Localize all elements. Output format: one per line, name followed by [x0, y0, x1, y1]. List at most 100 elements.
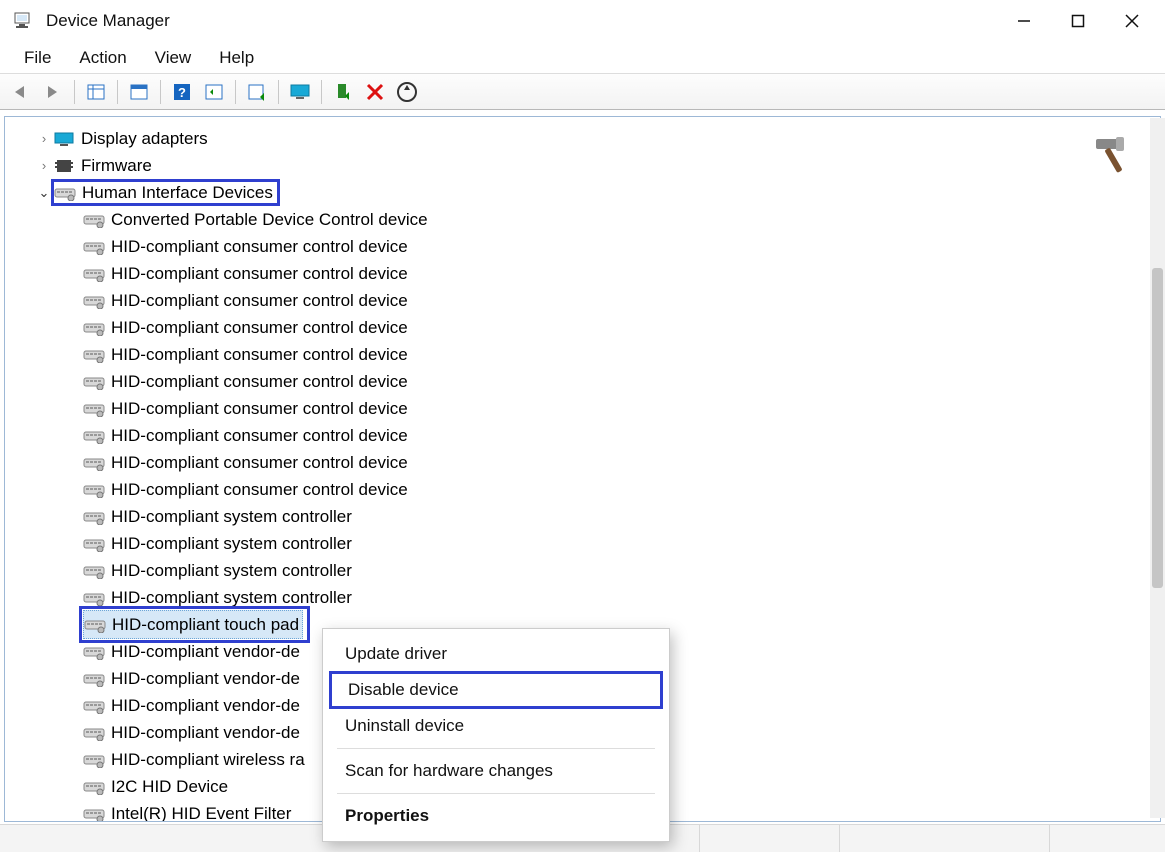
title-bar: Device Manager: [0, 0, 1165, 42]
chevron-right-icon[interactable]: ›: [35, 152, 53, 179]
device-item[interactable]: HID-compliant consumer control device: [35, 368, 1160, 395]
firmware-icon: [53, 157, 75, 175]
category-firmware[interactable]: › Firmware: [35, 152, 1160, 179]
context-disable-device[interactable]: Disable device: [329, 671, 663, 709]
category-label: Display adapters: [81, 125, 208, 152]
menu-file[interactable]: File: [10, 44, 65, 72]
hid-device-icon: [83, 751, 105, 769]
device-label: HID-compliant vendor-de: [111, 692, 300, 719]
device-label: HID-compliant system controller: [111, 530, 352, 557]
vertical-scrollbar[interactable]: [1150, 118, 1165, 818]
context-properties[interactable]: Properties: [323, 799, 669, 833]
device-label: Converted Portable Device Control device: [111, 206, 428, 233]
context-separator: [337, 793, 655, 794]
category-label: Human Interface Devices: [82, 179, 273, 206]
maximize-button[interactable]: [1051, 1, 1105, 41]
device-label: HID-compliant vendor-de: [111, 638, 300, 665]
close-button[interactable]: [1105, 1, 1159, 41]
forward-arrow-icon[interactable]: [38, 78, 68, 106]
help-icon[interactable]: ?: [167, 78, 197, 106]
device-item[interactable]: HID-compliant system controller: [35, 530, 1160, 557]
device-label: HID-compliant consumer control device: [111, 368, 408, 395]
hid-device-icon: [83, 724, 105, 742]
context-separator: [337, 748, 655, 749]
device-label: HID-compliant wireless ra: [111, 746, 305, 773]
hid-device-icon: [83, 400, 105, 418]
device-item[interactable]: HID-compliant system controller: [35, 557, 1160, 584]
back-arrow-icon[interactable]: [6, 78, 36, 106]
hid-device-icon: [83, 481, 105, 499]
scrollbar-thumb[interactable]: [1152, 268, 1163, 588]
disable-x-icon[interactable]: [360, 78, 390, 106]
context-menu: Update driver Disable device Uninstall d…: [322, 628, 670, 842]
device-item[interactable]: HID-compliant consumer control device: [35, 341, 1160, 368]
category-display-adapters[interactable]: › Display adapters: [35, 125, 1160, 152]
device-item[interactable]: HID-compliant consumer control device: [35, 476, 1160, 503]
refresh-icon[interactable]: [199, 78, 229, 106]
device-item[interactable]: HID-compliant consumer control device: [35, 260, 1160, 287]
device-item[interactable]: HID-compliant consumer control device: [35, 395, 1160, 422]
hid-device-icon: [83, 319, 105, 337]
hid-device-icon: [83, 697, 105, 715]
device-item[interactable]: HID-compliant consumer control device: [35, 233, 1160, 260]
context-update-driver[interactable]: Update driver: [323, 637, 669, 671]
device-label: HID-compliant consumer control device: [111, 476, 408, 503]
hid-device-icon: [83, 805, 105, 823]
device-label: Intel(R) HID Event Filter: [111, 800, 291, 822]
device-item[interactable]: HID-compliant consumer control device: [35, 449, 1160, 476]
device-item[interactable]: HID-compliant system controller: [35, 503, 1160, 530]
device-label: HID-compliant vendor-de: [111, 665, 300, 692]
hid-device-icon: [83, 535, 105, 553]
chevron-right-icon[interactable]: ›: [35, 125, 53, 152]
device-label: HID-compliant consumer control device: [111, 260, 408, 287]
device-label: HID-compliant consumer control device: [111, 341, 408, 368]
hid-device-icon: [83, 427, 105, 445]
update-driver-icon[interactable]: [242, 78, 272, 106]
device-label: I2C HID Device: [111, 773, 228, 800]
hid-device-icon: [83, 643, 105, 661]
device-label: HID-compliant consumer control device: [111, 422, 408, 449]
show-grid-icon[interactable]: [81, 78, 111, 106]
device-label: HID-compliant consumer control device: [111, 287, 408, 314]
category-hid[interactable]: ⌄ Human Interface Devices: [35, 179, 1160, 206]
device-item[interactable]: Converted Portable Device Control device: [35, 206, 1160, 233]
monitor-icon[interactable]: [285, 78, 315, 106]
hid-icon: [54, 184, 76, 202]
hid-device-icon: [83, 346, 105, 364]
hid-device-icon: [83, 211, 105, 229]
device-item[interactable]: HID-compliant consumer control device: [35, 422, 1160, 449]
menu-view[interactable]: View: [141, 44, 206, 72]
device-label: HID-compliant vendor-de: [111, 719, 300, 746]
device-label: HID-compliant consumer control device: [111, 449, 408, 476]
toolbar: ?: [0, 74, 1165, 110]
enable-device-icon[interactable]: [328, 78, 358, 106]
device-label: HID-compliant system controller: [111, 503, 352, 530]
hid-device-icon: [83, 238, 105, 256]
context-scan-hardware[interactable]: Scan for hardware changes: [323, 754, 669, 788]
hid-device-icon: [83, 589, 105, 607]
category-label: Firmware: [81, 152, 152, 179]
menu-action[interactable]: Action: [65, 44, 140, 72]
display-adapter-icon: [53, 130, 75, 148]
scan-hardware-icon[interactable]: [392, 78, 422, 106]
hid-device-icon: [83, 670, 105, 688]
app-icon: [10, 9, 34, 33]
properties-pane-icon[interactable]: [124, 78, 154, 106]
context-uninstall-device[interactable]: Uninstall device: [323, 709, 669, 743]
device-label: HID-compliant consumer control device: [111, 233, 408, 260]
minimize-button[interactable]: [997, 1, 1051, 41]
svg-text:?: ?: [178, 85, 186, 100]
device-item[interactable]: HID-compliant consumer control device: [35, 287, 1160, 314]
device-label: HID-compliant system controller: [111, 557, 352, 584]
hid-device-icon: [83, 292, 105, 310]
hid-device-icon: [83, 265, 105, 283]
device-label: HID-compliant touch pad: [112, 611, 299, 638]
menu-help[interactable]: Help: [205, 44, 268, 72]
device-label: HID-compliant consumer control device: [111, 395, 408, 422]
device-label: HID-compliant consumer control device: [111, 314, 408, 341]
hid-device-icon: [83, 454, 105, 472]
hid-device-icon: [83, 562, 105, 580]
device-item[interactable]: HID-compliant consumer control device: [35, 314, 1160, 341]
hid-device-icon: [83, 778, 105, 796]
hid-device-icon: [83, 373, 105, 391]
